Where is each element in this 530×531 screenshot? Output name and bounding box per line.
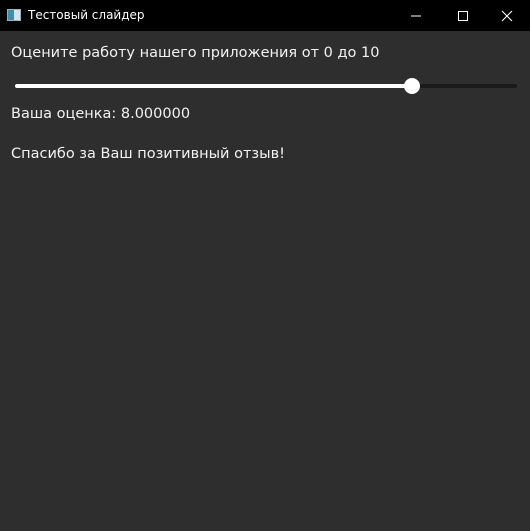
app-window: Тестовый слайдер Оцените работу нашего п… [0, 0, 530, 531]
slider-fill [15, 84, 412, 88]
rating-slider[interactable] [15, 76, 517, 96]
main-content: Оцените работу нашего приложения от 0 до… [0, 31, 530, 531]
slider-thumb[interactable] [403, 78, 420, 94]
close-button[interactable] [484, 0, 530, 31]
minimize-button[interactable] [393, 0, 439, 31]
window-title: Тестовый слайдер [28, 8, 145, 22]
maximize-button[interactable] [440, 0, 486, 31]
title-bar[interactable]: Тестовый слайдер [0, 0, 530, 31]
rating-prompt: Оцените работу нашего приложения от 0 до… [11, 45, 380, 61]
minimize-icon [411, 15, 421, 17]
app-window-icon [7, 9, 21, 21]
maximize-icon [458, 11, 468, 21]
feedback-message: Спасибо за Ваш позитивный отзыв! [11, 146, 285, 162]
close-icon [501, 10, 513, 22]
score-value-label: Ваша оценка: 8.000000 [11, 106, 191, 122]
